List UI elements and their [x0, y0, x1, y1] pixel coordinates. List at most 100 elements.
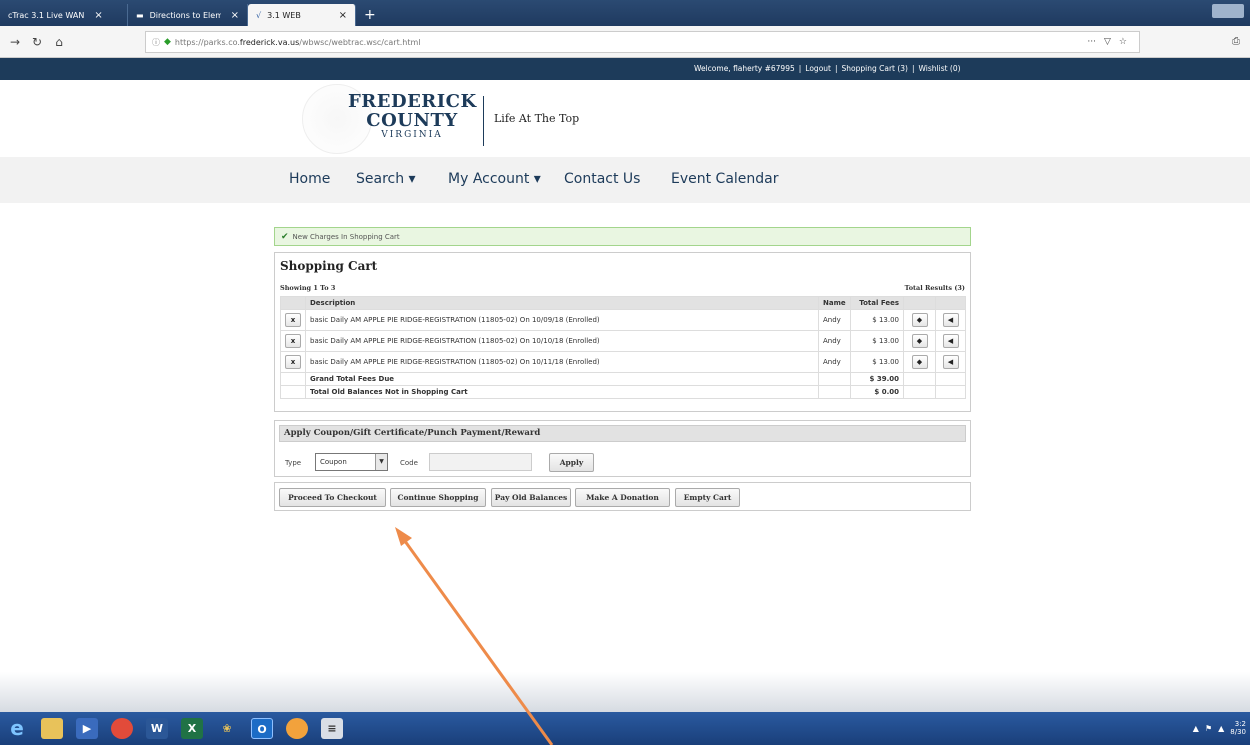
- move-to-wishlist-icon[interactable]: ◀: [942, 313, 959, 327]
- item-name: Andy: [818, 330, 851, 352]
- forward-icon[interactable]: →: [8, 35, 22, 49]
- grand-total-row: Grand Total Fees Due $ 39.00: [280, 372, 966, 386]
- remove-column-header: [280, 296, 306, 310]
- make-donation-button[interactable]: Make A Donation: [575, 488, 670, 507]
- cart-title: Shopping Cart: [280, 259, 378, 273]
- arrow-head: [395, 527, 412, 546]
- internet-explorer-icon[interactable]: e: [6, 718, 28, 739]
- type-label: Type: [285, 459, 302, 467]
- close-tab-icon[interactable]: ×: [339, 10, 347, 21]
- coupon-type-select[interactable]: Coupon ▼: [315, 453, 388, 471]
- new-tab-button[interactable]: +: [356, 4, 384, 26]
- checkmark-icon: ✔: [281, 231, 289, 242]
- empty-cart-button[interactable]: Empty Cart: [675, 488, 740, 507]
- file-explorer-icon[interactable]: [41, 718, 63, 739]
- cart-table: Description Name Total Fees x basic Dail…: [280, 296, 966, 399]
- firefox-icon[interactable]: [286, 718, 308, 739]
- logout-link[interactable]: Logout: [805, 64, 831, 73]
- pay-old-balances-button[interactable]: Pay Old Balances: [491, 488, 571, 507]
- tag-icon[interactable]: ◆: [911, 355, 928, 369]
- url-domain: frederick.va.us: [239, 37, 300, 47]
- move-to-wishlist-icon[interactable]: ◀: [942, 334, 959, 348]
- word-icon[interactable]: W: [146, 718, 168, 739]
- nav-home[interactable]: Home: [289, 171, 330, 187]
- brand-line2: COUNTY: [366, 110, 458, 131]
- tray-arrow-icon[interactable]: ▲: [1193, 724, 1199, 733]
- tag-icon[interactable]: ◆: [911, 313, 928, 327]
- tab-webtrac[interactable]: √ 3.1 WEB ×: [248, 4, 356, 26]
- tab-directions[interactable]: ▬ Directions to Elementary, Midd ×: [128, 4, 248, 26]
- success-alert: ✔ New Charges In Shopping Cart: [274, 227, 971, 246]
- bookmark-star-icon[interactable]: ☆: [1119, 37, 1127, 47]
- remove-item-button[interactable]: x: [285, 313, 301, 327]
- clock-time: 3:2: [1234, 720, 1246, 728]
- table-header-row: Description Name Total Fees: [280, 296, 966, 310]
- network-icon[interactable]: ▲: [1218, 724, 1224, 733]
- clock[interactable]: 3:2 8/30: [1230, 720, 1246, 736]
- action-column-header: [903, 296, 936, 310]
- close-tab-icon[interactable]: ×: [94, 10, 102, 21]
- coupon-code-input[interactable]: [429, 453, 532, 471]
- item-fee: $ 13.00: [850, 309, 904, 331]
- coupon-header: Apply Coupon/Gift Certificate/Punch Paym…: [279, 425, 966, 442]
- name-header: Name: [818, 296, 851, 310]
- brand-line1: FREDERICK: [348, 91, 477, 112]
- table-row: x basic Daily AM APPLE PIE RIDGE-REGISTR…: [280, 351, 966, 373]
- clock-date: 8/30: [1230, 728, 1246, 736]
- remove-item-button[interactable]: x: [285, 334, 301, 348]
- remove-item-button[interactable]: x: [285, 355, 301, 369]
- page-actions-icon[interactable]: ···: [1087, 37, 1096, 47]
- close-tab-icon[interactable]: ×: [231, 10, 239, 21]
- url-bar[interactable]: ⓘ ◆ https://parks.co. frederick.va.us/wbw…: [145, 31, 1140, 53]
- old-balance-label: Total Old Balances Not in Shopping Cart: [305, 385, 819, 399]
- url-prefix: https://parks.co.: [174, 37, 240, 47]
- window-controls[interactable]: [1212, 4, 1244, 18]
- brand-wordmark: FREDERICK COUNTY VIRGINIA: [348, 91, 477, 141]
- pocket-icon[interactable]: ▽: [1104, 37, 1111, 47]
- rabbit-app-icon[interactable]: ❀: [216, 718, 238, 739]
- alert-text: New Charges In Shopping Cart: [292, 232, 400, 241]
- library-icon[interactable]: ⎙: [1232, 36, 1240, 47]
- grand-total-label: Grand Total Fees Due: [305, 372, 819, 386]
- brand-divider: [483, 96, 484, 146]
- flag-icon[interactable]: ⚑: [1205, 724, 1212, 733]
- item-description: basic Daily AM APPLE PIE RIDGE-REGISTRAT…: [305, 309, 819, 331]
- shopping-cart-link[interactable]: Shopping Cart (3): [842, 64, 908, 73]
- nav-event-calendar[interactable]: Event Calendar: [671, 171, 779, 187]
- tab-ctrac[interactable]: cTrac 3.1 Live WAN ×: [0, 4, 128, 26]
- move-to-wishlist-icon[interactable]: ◀: [942, 355, 959, 369]
- table-row: x basic Daily AM APPLE PIE RIDGE-REGISTR…: [280, 309, 966, 331]
- old-balance-value: $ 0.00: [850, 385, 904, 399]
- system-tray: ▲ ⚑ ▲ 3:2 8/30: [1193, 720, 1246, 736]
- description-header: Description: [305, 296, 819, 310]
- media-player-icon[interactable]: ▶: [76, 718, 98, 739]
- tab-title: cTrac 3.1 Live WAN: [8, 10, 85, 20]
- wishlist-link[interactable]: Wishlist (0): [919, 64, 961, 73]
- chevron-down-icon[interactable]: ▼: [375, 454, 387, 470]
- continue-shopping-button[interactable]: Continue Shopping: [390, 488, 486, 507]
- apply-coupon-button[interactable]: Apply: [549, 453, 594, 472]
- fees-header: Total Fees: [850, 296, 904, 310]
- excel-icon[interactable]: X: [181, 718, 203, 739]
- calculator-icon[interactable]: ≡: [321, 718, 343, 739]
- item-fee: $ 13.00: [850, 351, 904, 373]
- site-logo[interactable]: FREDERICK COUNTY VIRGINIA Life At The To…: [300, 84, 600, 154]
- item-fee: $ 13.00: [850, 330, 904, 352]
- cart-actions: Proceed To Checkout Continue Shopping Pa…: [274, 482, 971, 511]
- nav-my-account[interactable]: My Account ▾: [448, 171, 541, 187]
- outlook-icon[interactable]: O: [251, 718, 273, 739]
- nav-search[interactable]: Search ▾: [356, 171, 416, 187]
- nav-contact-us[interactable]: Contact Us: [564, 171, 640, 187]
- home-icon[interactable]: ⌂: [52, 35, 66, 49]
- proceed-to-checkout-button[interactable]: Proceed To Checkout: [279, 488, 386, 507]
- welcome-text: Welcome, flaherty #67995: [694, 64, 795, 73]
- browser-toolbar: → ↻ ⌂ ⓘ ◆ https://parks.co. frederick.va.…: [0, 26, 1250, 58]
- info-icon[interactable]: ⓘ: [152, 37, 160, 48]
- lock-icon: ◆: [164, 37, 171, 47]
- tag-icon[interactable]: ◆: [911, 334, 928, 348]
- chrome-icon[interactable]: [111, 718, 133, 739]
- site-favicon-icon: √: [256, 10, 262, 20]
- browser-tab-bar: cTrac 3.1 Live WAN × ▬ Directions to Ele…: [0, 0, 1250, 26]
- coupon-panel: Apply Coupon/Gift Certificate/Punch Paym…: [274, 420, 971, 477]
- reload-icon[interactable]: ↻: [30, 35, 44, 49]
